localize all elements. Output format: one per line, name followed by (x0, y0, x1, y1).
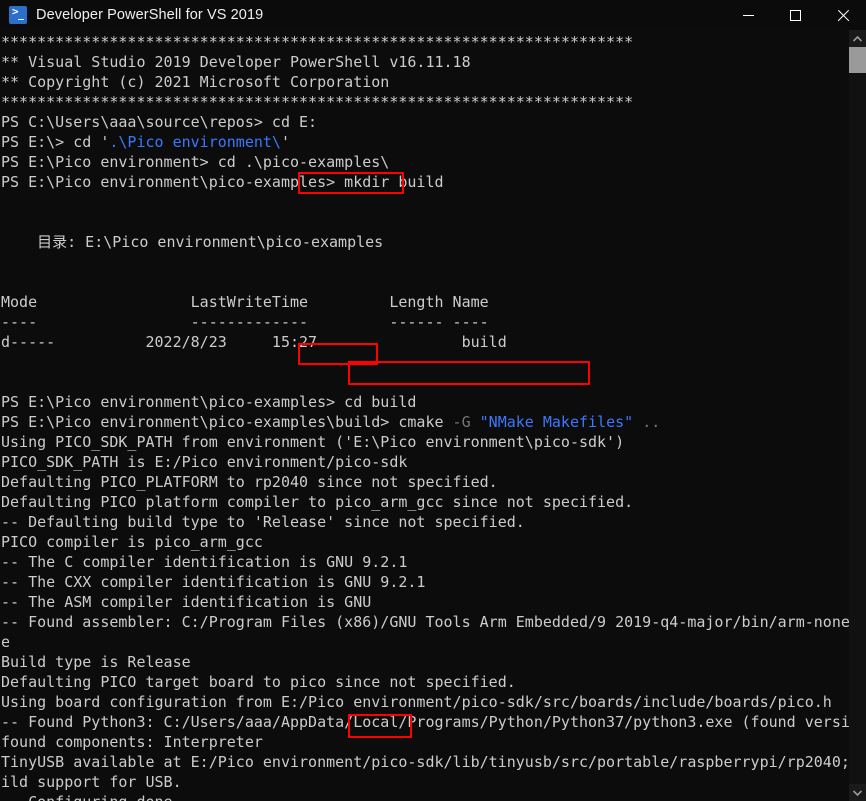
console-text: TinyUSB available at E:/Pico environment… (1, 753, 849, 771)
console-line: ****************************************… (0, 92, 849, 112)
console-line: Defaulting PICO platform compiler to pic… (0, 492, 849, 512)
console-line: PS E:\Pico environment> cd .\pico-exampl… (0, 152, 849, 172)
console-line: Using board configuration from E:/Pico e… (0, 692, 849, 712)
console-line: -- Found assembler: C:/Program Files (x8… (0, 612, 849, 632)
console-line: Defaulting PICO target board to pico sin… (0, 672, 849, 692)
powershell-prompt-icon (9, 5, 27, 24)
console-line: -- The ASM compiler identification is GN… (0, 592, 849, 612)
console-text: -- The CXX compiler identification is GN… (1, 573, 426, 591)
console-text: PICO_SDK_PATH is E:/Pico environment/pic… (1, 453, 408, 471)
console-line: ****************************************… (0, 32, 849, 52)
scrollbar-thumb[interactable] (849, 47, 866, 73)
console-line: -- The CXX compiler identification is GN… (0, 572, 849, 592)
console-text: ****************************************… (1, 93, 634, 111)
console-text: d----- 2022/8/23 15:27 build (1, 333, 507, 351)
console-line: Defaulting PICO_PLATFORM to rp2040 since… (0, 472, 849, 492)
console-text: -- Configuring done (1, 793, 173, 801)
minimize-icon (743, 14, 754, 16)
console-text: Using board configuration from E:/Pico e… (1, 693, 832, 711)
title-bar[interactable]: Developer PowerShell for VS 2019 (0, 0, 866, 30)
console-line: Build type is Release (0, 652, 849, 672)
scrollbar-track[interactable] (849, 47, 866, 784)
console-text: PS E:\Pico environment\pico-examples\bui… (1, 413, 399, 431)
console-line: e (0, 632, 849, 652)
vertical-scrollbar[interactable] (849, 30, 866, 801)
console-output[interactable]: ****************************************… (0, 30, 849, 801)
console-text: e (1, 633, 11, 651)
console-line: -- Found Python3: C:/Users/aaa/AppData/L… (0, 712, 849, 732)
console-line: -- Configuring done (0, 792, 849, 801)
console-line: -- Defaulting build type to 'Release' si… (0, 512, 849, 532)
console-text: Build type is Release (1, 653, 191, 671)
console-text: ild support for USB. (1, 773, 182, 791)
console-text: 目录: E:\Pico environment\pico-examples (1, 233, 384, 251)
console-text: ****************************************… (1, 33, 634, 51)
console-line: PICO compiler is pico_arm_gcc (0, 532, 849, 552)
console-line: Mode LastWriteTime Length Name (0, 292, 849, 312)
console-line: PICO_SDK_PATH is E:/Pico environment/pic… (0, 452, 849, 472)
console-line: ---- ------------- ------ ---- (0, 312, 849, 332)
maximize-button[interactable] (772, 0, 819, 30)
console-text: ' (280, 133, 290, 151)
scroll-down-icon[interactable] (849, 784, 866, 801)
window-title: Developer PowerShell for VS 2019 (36, 7, 264, 23)
console-text: -- Found Python3: C:/Users/aaa/AppData/L… (1, 713, 849, 731)
console-line: -- The C compiler identification is GNU … (0, 552, 849, 572)
console-text: Using PICO_SDK_PATH from environment ('E… (1, 433, 625, 451)
console-text: found components: Interpreter (1, 733, 263, 751)
console-text: -- The ASM compiler identification is GN… (1, 593, 372, 611)
console-line: PS C:\Users\aaa\source\repos> cd E: (0, 112, 849, 132)
close-button[interactable] (819, 0, 866, 30)
console-text: Defaulting PICO platform compiler to pic… (1, 493, 634, 511)
scroll-up-icon[interactable] (849, 30, 866, 47)
close-icon (836, 9, 849, 22)
console-line: PS E:\Pico environment\pico-examples> cd… (0, 392, 849, 412)
console-line: PS E:\> cd '.\Pico environment\' (0, 132, 849, 152)
console-text: -- Found assembler: C:/Program Files (x8… (1, 613, 849, 631)
powershell-window: Developer PowerShell for VS 2019 *******… (0, 0, 866, 801)
console-text: -G (443, 413, 480, 431)
console-text: cmake (398, 413, 444, 431)
console-text: PS C:\Users\aaa\source\repos> cd E: (1, 113, 318, 131)
console-text: Defaulting PICO_PLATFORM to rp2040 since… (1, 473, 498, 491)
window-controls (725, 0, 866, 30)
console-text: PS E:\> cd ' (1, 133, 110, 151)
console-line: 目录: E:\Pico environment\pico-examples (0, 232, 849, 252)
console-text: ** Copyright (c) 2021 Microsoft Corporat… (1, 73, 390, 91)
console-text: PS E:\Pico environment\pico-examples> mk… (1, 173, 444, 191)
console-area: ****************************************… (0, 30, 866, 801)
console-line: TinyUSB available at E:/Pico environment… (0, 752, 849, 772)
console-text: PS E:\Pico environment\pico-examples> cd… (1, 393, 417, 411)
console-text: -- Defaulting build type to 'Release' si… (1, 513, 525, 531)
console-line: PS E:\Pico environment\pico-examples> mk… (0, 172, 849, 192)
console-line: PS E:\Pico environment\pico-examples\bui… (0, 412, 849, 432)
console-text: PICO compiler is pico_arm_gcc (1, 533, 263, 551)
console-text: .\Pico environment\ (109, 133, 281, 151)
console-text: -- The C compiler identification is GNU … (1, 553, 408, 571)
console-text: Defaulting PICO target board to pico sin… (1, 673, 516, 691)
console-line: ** Visual Studio 2019 Developer PowerShe… (0, 52, 849, 72)
console-text: .. (633, 413, 661, 431)
console-text: PS E:\Pico environment> cd .\pico-exampl… (1, 153, 390, 171)
console-text: ---- ------------- ------ ---- (1, 313, 489, 331)
console-line: ** Copyright (c) 2021 Microsoft Corporat… (0, 72, 849, 92)
minimize-button[interactable] (725, 0, 772, 30)
console-line: ild support for USB. (0, 772, 849, 792)
console-text: "NMake Makefiles" (479, 413, 634, 431)
console-text: ** Visual Studio 2019 Developer PowerShe… (1, 53, 471, 71)
maximize-icon (790, 9, 801, 21)
console-line: d----- 2022/8/23 15:27 build (0, 332, 849, 352)
console-line: found components: Interpreter (0, 732, 849, 752)
console-text: Mode LastWriteTime Length Name (1, 293, 489, 311)
console-line: Using PICO_SDK_PATH from environment ('E… (0, 432, 849, 452)
